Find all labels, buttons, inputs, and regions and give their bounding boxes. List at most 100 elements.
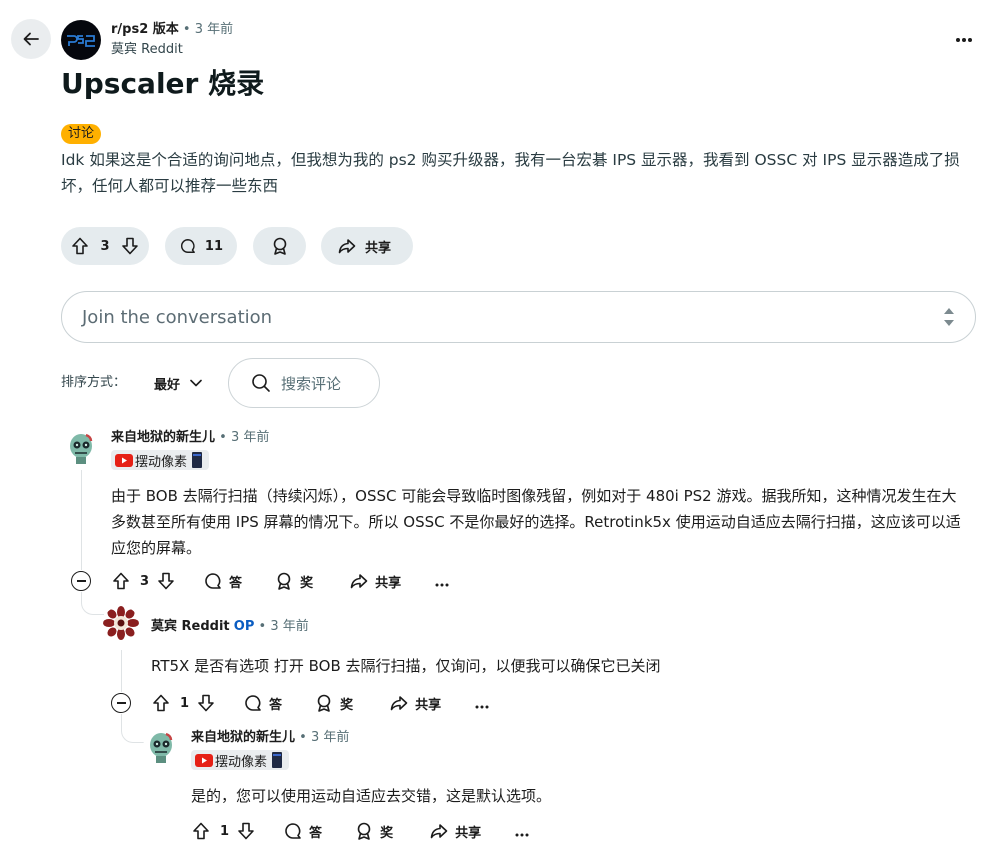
comment-time: 3 年前 — [310, 730, 350, 745]
comments-count: 11 — [204, 238, 223, 254]
award-button[interactable] — [253, 227, 306, 265]
comments-button[interactable]: 11 — [165, 227, 237, 265]
award-label: 奖 — [300, 575, 314, 591]
comment-actions: 1 答 奖 共享 — [151, 687, 489, 719]
reply-label: 答 — [309, 825, 323, 841]
post-flair[interactable]: 讨论 — [61, 124, 102, 144]
separator-dot: • — [258, 619, 271, 634]
reply-button[interactable]: 答 — [243, 693, 282, 713]
comment-overflow-button[interactable] — [475, 694, 489, 713]
comment-bubble-icon — [285, 823, 301, 839]
share-label: 共享 — [455, 825, 482, 841]
subreddit-name[interactable]: r/ps2 版本 — [111, 22, 179, 37]
share-arrow-icon — [430, 824, 448, 839]
award-icon — [273, 237, 286, 255]
user-flair: 摆动像素 — [111, 450, 210, 470]
commenter-avatar[interactable] — [143, 729, 179, 765]
comment-actions: 3 答 奖 共享 — [111, 565, 449, 597]
search-icon — [252, 374, 270, 392]
comment-bubble-icon — [245, 695, 261, 711]
comment-bubble-icon — [205, 573, 221, 589]
post-title: Upscaler 烧录 — [61, 67, 265, 100]
flair-label: 摆动像素 — [135, 454, 188, 470]
comment-body: 由于 BOB 去隔行扫描（持续闪烁），OSSC 可能会导致临时图像残留，例如对于… — [111, 487, 961, 557]
comment-author[interactable]: 来自地狱的新生儿 — [111, 430, 215, 445]
more-horizontal-icon — [475, 705, 489, 708]
upvote-icon[interactable] — [191, 821, 211, 841]
youtube-icon — [195, 753, 213, 767]
reply-button[interactable]: 答 — [283, 821, 322, 841]
commenter-avatar[interactable] — [103, 606, 139, 642]
flower-monster-avatar-icon — [103, 606, 139, 640]
share-arrow-icon — [390, 696, 408, 711]
share-button[interactable]: 共享 — [389, 693, 441, 713]
award-button[interactable]: 奖 — [354, 821, 393, 841]
vote-count: 1 — [220, 823, 230, 839]
youtube-icon — [115, 453, 133, 467]
vote-pill: 3 — [61, 227, 149, 265]
thread-line — [121, 714, 122, 728]
share-button[interactable]: 共享 — [349, 571, 401, 591]
vote-count: 1 — [180, 695, 190, 711]
subreddit-avatar[interactable] — [61, 20, 101, 60]
comment-body: RT5X 是否有选项 打开 BOB 去隔行扫描，仅询问，以便我可以确保它已关闭 — [151, 657, 661, 675]
comment-overflow-button[interactable] — [515, 822, 529, 841]
thread-elbow — [81, 600, 104, 615]
thread-elbow — [121, 728, 144, 743]
award-icon — [317, 694, 331, 712]
post-meta: r/ps2 版本 • 3 年前 — [111, 21, 233, 39]
overflow-menu-button[interactable] — [944, 28, 984, 52]
thread-line — [81, 470, 82, 570]
commenter-avatar[interactable] — [63, 430, 99, 466]
award-icon — [277, 572, 291, 590]
upvote-icon[interactable] — [151, 693, 171, 713]
more-horizontal-icon — [515, 833, 529, 836]
share-arrow-icon — [350, 574, 368, 589]
comment-meta: 莫宾 Reddit OP • 3 年前 — [151, 618, 309, 636]
sort-label: 排序方式： — [61, 375, 127, 390]
comment-search[interactable]: 搜索评论 — [228, 358, 380, 408]
share-button[interactable]: 共享 — [429, 821, 481, 841]
reply-label: 答 — [229, 575, 243, 591]
arrow-left-icon — [23, 32, 39, 46]
share-label: 共享 — [365, 240, 392, 256]
comment-author[interactable]: 莫宾 Reddit — [151, 619, 230, 634]
zombie-avatar-icon — [70, 433, 93, 464]
thread-line — [81, 592, 82, 600]
comment-author[interactable]: 来自地狱的新生儿 — [191, 730, 295, 745]
downvote-icon[interactable] — [156, 571, 176, 591]
back-button[interactable] — [11, 19, 51, 59]
collapse-thread-button[interactable] — [71, 571, 91, 591]
reply-button[interactable]: 答 — [203, 571, 242, 591]
separator-dot: • — [299, 730, 311, 745]
reply-label: 答 — [269, 697, 283, 713]
comment-meta: 来自地狱的新生儿 • 3 年前 — [191, 729, 349, 747]
upvote-icon[interactable] — [111, 571, 131, 591]
award-button[interactable]: 奖 — [274, 571, 313, 591]
console-emoji-icon — [192, 452, 203, 468]
composer-placeholder: Join the conversation — [82, 306, 273, 328]
share-button[interactable]: 共享 — [321, 227, 413, 265]
downvote-icon[interactable] — [236, 821, 256, 841]
comment-meta: 来自地狱的新生儿 • 3 年前 — [111, 429, 269, 447]
post-body: Idk 如果这是个合适的询问地点，但我想为我的 ps2 购买升级器，我有一台宏碁… — [61, 151, 960, 195]
comment-composer[interactable]: Join the conversation — [61, 291, 976, 343]
downvote-icon[interactable] — [120, 236, 140, 256]
upvote-icon[interactable] — [70, 236, 90, 256]
award-button[interactable]: 奖 — [314, 693, 353, 713]
collapse-thread-button[interactable] — [111, 693, 131, 713]
vote-count: 3 — [100, 238, 110, 254]
comment-actions: 1 答 奖 共享 — [191, 815, 529, 847]
comment-body: 是的，您可以使用运动自适应去交错，这是默认选项。 — [191, 787, 552, 805]
console-emoji-icon — [272, 752, 283, 768]
share-label: 共享 — [375, 575, 402, 591]
sort-dropdown[interactable]: 最好 — [154, 372, 202, 394]
more-horizontal-icon — [956, 38, 972, 42]
zombie-avatar-icon — [150, 732, 173, 763]
flair-label: 摆动像素 — [215, 754, 268, 770]
more-horizontal-icon — [435, 583, 449, 586]
comment-overflow-button[interactable] — [435, 572, 449, 591]
share-label: 共享 — [415, 697, 442, 713]
downvote-icon[interactable] — [196, 693, 216, 713]
post-author[interactable]: 莫宾 Reddit — [111, 41, 183, 59]
